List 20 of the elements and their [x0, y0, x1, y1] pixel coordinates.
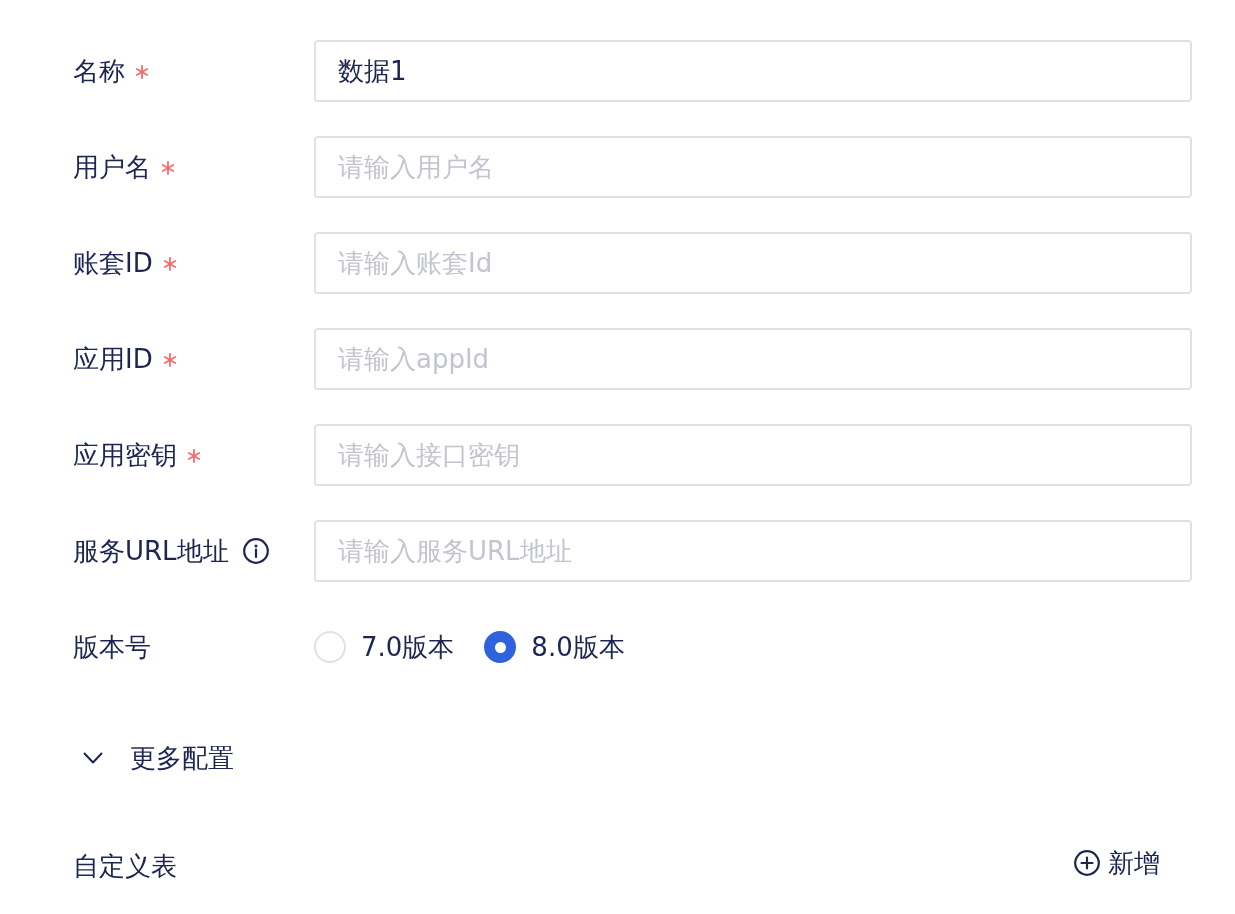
radio-label[interactable]: 8.0版本 [531, 631, 625, 663]
plus-circle-icon [1074, 850, 1100, 876]
input-field[interactable]: 请输入appId [314, 328, 1192, 390]
section-title: 自定义表 [73, 850, 177, 883]
field-label: 名称 [73, 55, 125, 87]
collapse-toggle[interactable]: 更多配置 [73, 738, 234, 778]
field-label: 应用ID [73, 343, 153, 375]
input-field[interactable]: 请输入服务URL地址 [314, 520, 1192, 582]
add-button[interactable]: 新增 [1074, 845, 1160, 881]
field-label: 版本号 [73, 631, 151, 663]
input-field[interactable]: 请输入接口密钥 [314, 424, 1192, 486]
radio-button[interactable] [484, 631, 517, 663]
input-field[interactable]: 请输入账套Id [314, 232, 1192, 294]
field-label: 账套ID [73, 247, 153, 279]
field-label: 用户名 [73, 151, 151, 183]
field-label: 应用密钥 [73, 439, 177, 471]
field-label: 服务URL地址 [73, 535, 229, 567]
input-field[interactable]: 请输入用户名 [314, 136, 1192, 198]
input-field[interactable]: 数据1 [314, 40, 1192, 102]
radio-label[interactable]: 7.0版本 [361, 631, 455, 663]
